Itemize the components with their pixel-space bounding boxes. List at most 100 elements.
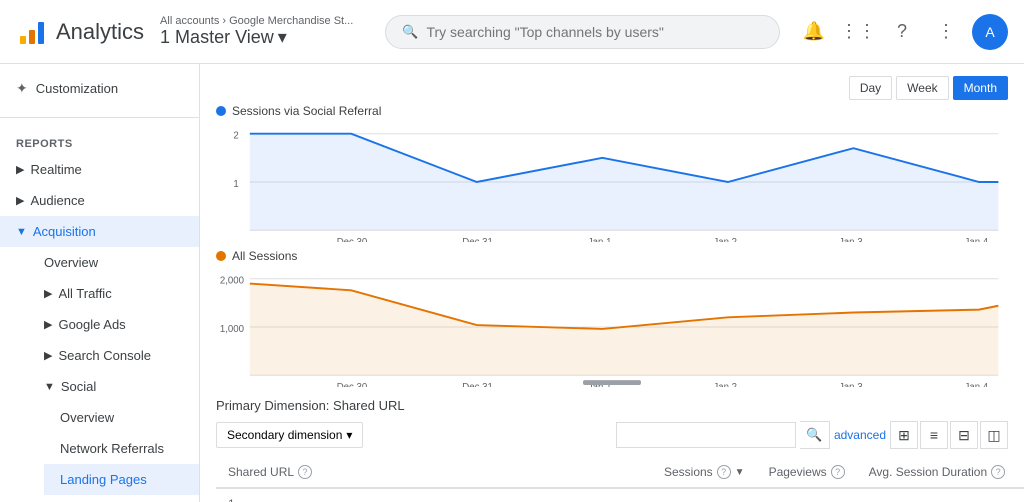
reports-section: REPORTS ▶ Realtime ▶ Audience ▼ Acquisit… xyxy=(0,122,199,502)
sidebar-item-audience[interactable]: ▶ Audience xyxy=(0,185,199,216)
arrow-icon: ▶ xyxy=(16,194,24,207)
day-button[interactable]: Day xyxy=(849,76,892,100)
chart2-container: All Sessions 2,000 1,000 ... Dec xyxy=(216,249,1008,390)
sidebar-item-all-traffic[interactable]: ▶ All Traffic xyxy=(28,278,199,309)
sidebar-section-customization: ✦ Customization xyxy=(0,64,199,113)
svg-text:...: ... xyxy=(250,382,258,387)
acquisition-subnav: Overview ▶ All Traffic ▶ Google Ads ▶ Se… xyxy=(0,247,199,502)
filter-search-button[interactable]: 🔍 xyxy=(800,421,830,449)
chart2-legend: All Sessions xyxy=(216,249,1008,263)
sidebar-item-landing-pages[interactable]: Landing Pages xyxy=(44,464,199,495)
svg-text:2: 2 xyxy=(233,131,238,142)
svg-text:Jan 3: Jan 3 xyxy=(839,382,863,387)
customization-icon: ✦ xyxy=(16,80,28,97)
list-view-button[interactable]: ≡ xyxy=(920,421,948,449)
table-header: Shared URL ? Sessions ? ▼ xyxy=(216,457,1024,488)
filter-input[interactable] xyxy=(616,422,796,448)
arrow-icon: ▶ xyxy=(44,287,52,300)
arrow-icon: ▶ xyxy=(44,349,52,362)
sidebar-item-network-referrals[interactable]: Network Referrals xyxy=(44,433,199,464)
row1-url: 1. shop.googlemerchandisestore.com/googl… xyxy=(216,488,652,502)
chart2-legend-dot xyxy=(216,251,226,261)
sidebar-divider xyxy=(0,117,199,118)
topbar-actions: 🔔 ⋮⋮ ? ⋮ A xyxy=(796,14,1008,50)
pivot-view-button[interactable]: ◫ xyxy=(980,421,1008,449)
arrow-icon: ▼ xyxy=(44,381,55,393)
sidebar-item-conversions[interactable]: Conversions xyxy=(44,495,199,502)
time-controls: Day Week Month xyxy=(200,72,1024,104)
sidebar-item-search-console[interactable]: ▶ Search Console xyxy=(28,340,199,371)
app-title: Analytics xyxy=(56,19,144,45)
grid-view-button[interactable]: ⊞ xyxy=(890,421,918,449)
svg-text:Dec 31: Dec 31 xyxy=(462,382,493,387)
search-input[interactable] xyxy=(426,24,763,40)
arrow-icon: ▼ xyxy=(16,226,27,238)
svg-text:2,000: 2,000 xyxy=(220,276,244,287)
sidebar: ✦ Customization REPORTS ▶ Realtime ▶ Aud… xyxy=(0,64,200,502)
advanced-link[interactable]: advanced xyxy=(834,428,886,442)
header-row: Shared URL ? Sessions ? ▼ xyxy=(216,457,1024,488)
sessions-info-icon[interactable]: ? xyxy=(717,465,731,479)
more-button[interactable]: ⋮ xyxy=(928,14,964,50)
chart1-legend: Sessions via Social Referral xyxy=(216,104,1008,118)
avatar[interactable]: A xyxy=(972,14,1008,50)
svg-text:Jan 2: Jan 2 xyxy=(713,237,737,242)
col-header-pageviews: Pageviews ? xyxy=(757,457,857,488)
charts-wrapper: Sessions via Social Referral 2 1 ... xyxy=(200,104,1024,390)
svg-text:Dec 30: Dec 30 xyxy=(337,237,368,242)
svg-text:Jan 2: Jan 2 xyxy=(713,382,737,387)
topbar: Analytics All accounts › Google Merchand… xyxy=(0,0,1024,64)
account-info: All accounts › Google Merchandise St... … xyxy=(160,15,353,48)
month-button[interactable]: Month xyxy=(953,76,1008,100)
search-bar: 🔍 xyxy=(385,15,780,49)
week-button[interactable]: Week xyxy=(896,76,948,100)
comparison-view-button[interactable]: ⊟ xyxy=(950,421,978,449)
data-table-wrapper: Shared URL ? Sessions ? ▼ xyxy=(200,457,1024,502)
chart1-legend-dot xyxy=(216,106,226,116)
search-filter: 🔍 advanced ⊞ ≡ ⊟ ◫ xyxy=(616,421,1008,449)
data-table: Shared URL ? Sessions ? ▼ xyxy=(216,457,1024,502)
google-analytics-logo xyxy=(16,16,48,48)
row1-pages-session: 2.33 xyxy=(1017,488,1024,502)
sidebar-item-google-ads[interactable]: ▶ Google Ads xyxy=(28,309,199,340)
svg-text:Jan 3: Jan 3 xyxy=(839,237,863,242)
chevron-down-icon: ▾ xyxy=(346,428,352,442)
arrow-icon: ▶ xyxy=(44,318,52,331)
col-header-avg-session: Avg. Session Duration ? xyxy=(857,457,1018,488)
sidebar-item-acquisition[interactable]: ▼ Acquisition xyxy=(0,216,199,247)
secondary-dimension-button[interactable]: Secondary dimension ▾ xyxy=(216,422,363,448)
svg-text:1: 1 xyxy=(233,179,238,190)
chevron-down-icon: ▾ xyxy=(278,27,287,48)
table-body: 1. shop.googlemerchandisestore.com/googl… xyxy=(216,488,1024,502)
view-icons: ⊞ ≡ ⊟ ◫ xyxy=(890,421,1008,449)
svg-text:Jan 1: Jan 1 xyxy=(588,237,612,242)
svg-text:1,000: 1,000 xyxy=(220,324,244,335)
chart1-container: Sessions via Social Referral 2 1 ... xyxy=(216,104,1008,245)
svg-text:Jan 4: Jan 4 xyxy=(965,237,989,242)
arrow-icon: ▶ xyxy=(16,163,24,176)
url-info-icon[interactable]: ? xyxy=(298,465,312,479)
sidebar-item-overview[interactable]: Overview xyxy=(28,247,199,278)
chart2-svg: 2,000 1,000 ... Dec 30 Dec 31 Jan 1 Jan … xyxy=(216,267,1008,387)
chart1-svg: 2 1 ... Dec 30 Dec 31 Jan 1 Jan 2 xyxy=(216,122,1008,242)
sidebar-item-social-overview[interactable]: Overview xyxy=(44,402,199,433)
apps-button[interactable]: ⋮⋮ xyxy=(840,14,876,50)
help-button[interactable]: ? xyxy=(884,14,920,50)
col-header-url: Shared URL ? xyxy=(216,457,652,488)
row1-sessions: 3 (75.00%) xyxy=(652,488,757,502)
view-selector[interactable]: 1 Master View ▾ xyxy=(160,27,353,48)
notifications-button[interactable]: 🔔 xyxy=(796,14,832,50)
sort-icon: ▼ xyxy=(735,467,745,478)
row1-avg-session: 0:03:11 xyxy=(857,488,1018,502)
pageviews-info-icon[interactable]: ? xyxy=(831,465,845,479)
svg-text:Jan 4: Jan 4 xyxy=(965,382,989,387)
sidebar-item-realtime[interactable]: ▶ Realtime xyxy=(0,154,199,185)
svg-text:Dec 31: Dec 31 xyxy=(462,237,493,242)
col-header-sessions: Sessions ? ▼ xyxy=(652,457,757,488)
content-area: Day Week Month Sessions via Social Refer… xyxy=(200,64,1024,502)
social-subnav: Overview Network Referrals Landing Pages… xyxy=(28,402,199,502)
row1-pageviews: 7 (78.00%) xyxy=(757,488,857,502)
avg-session-info-icon[interactable]: ? xyxy=(991,465,1005,479)
sidebar-item-customization[interactable]: ✦ Customization xyxy=(0,72,199,105)
sidebar-item-social[interactable]: ▼ Social xyxy=(28,371,199,402)
